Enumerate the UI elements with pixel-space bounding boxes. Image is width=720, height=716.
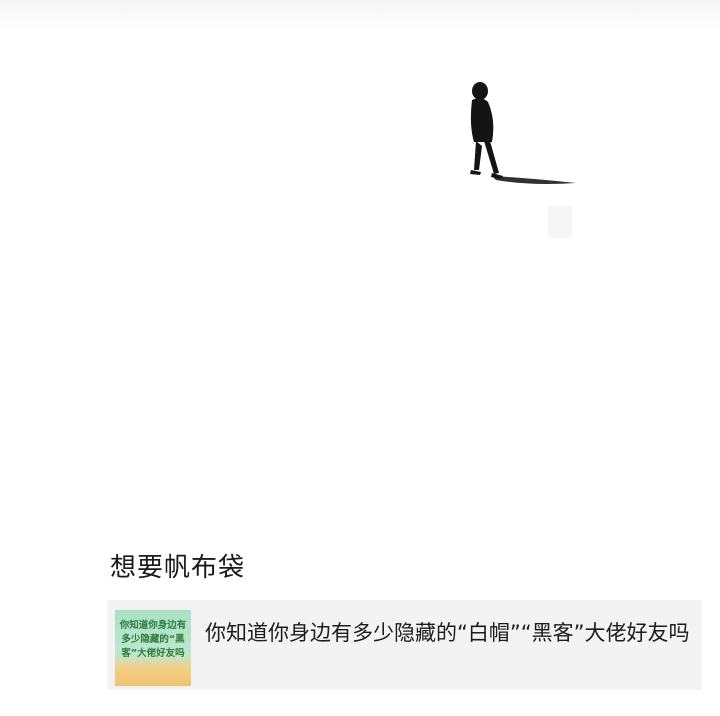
article-title: 你知道你身边有多少隐藏的“白帽”“黑客”大佬好友吗 — [205, 621, 690, 645]
post-caption: 想要帆布袋 — [110, 553, 246, 583]
shared-article-card[interactable]: 你知道你身边有多少隐藏的“黑客”大佬好友吗 你知道你身边有多少隐藏的“白帽”“黑… — [107, 600, 702, 690]
moment-post: 想要帆布袋 你知道你身边有多少隐藏的“黑客”大佬好友吗 你知道你身边有多少隐藏的… — [0, 0, 720, 716]
person-walking-icon — [470, 82, 576, 238]
article-thumbnail: 你知道你身边有多少隐藏的“黑客”大佬好友吗 — [115, 610, 191, 686]
post-image[interactable] — [0, 0, 720, 530]
thumbnail-text: 你知道你身边有多少隐藏的“黑客”大佬好友吗 — [119, 620, 187, 659]
